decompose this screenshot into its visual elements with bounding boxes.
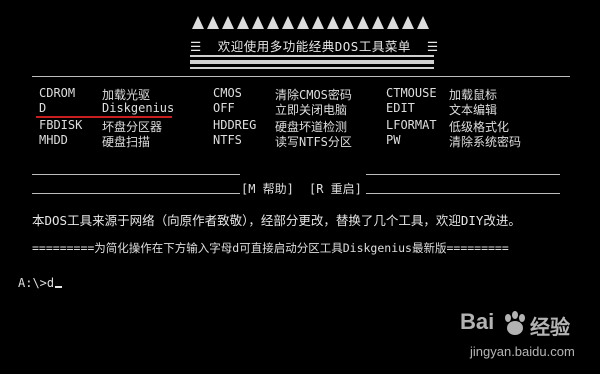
menu-item-ctmouse[interactable]: CTMOUSE [386, 86, 437, 100]
menu-item-edit[interactable]: EDIT [386, 101, 415, 115]
title-triangle [372, 16, 384, 29]
watermark-brand-2: 经验 [530, 317, 570, 339]
help-option[interactable]: [M 帮助] [241, 180, 294, 197]
menu-key: CTMOUSE [386, 86, 437, 100]
text-cursor [55, 286, 63, 288]
title-triangle [282, 16, 294, 29]
title-triangle [192, 16, 204, 29]
title-triangle [417, 16, 429, 29]
top-separator [32, 76, 570, 77]
menu-label-pw: 清除系统密码 [449, 135, 522, 149]
menu-item-fbdisk[interactable]: FBDISK [39, 118, 82, 132]
source-notice: 本DOS工具来源于网络（向原作者致敬），经部分更改，替换了几个工具，欢迎DIY改… [32, 213, 521, 228]
menu-key: NTFS [213, 133, 242, 147]
menu-key: HDDREG [213, 118, 257, 132]
title-triangle [207, 16, 219, 29]
title-triangle [222, 16, 234, 29]
menu-label-mhdd: 硬盘扫描 [102, 135, 151, 149]
menu-key: OFF [213, 101, 235, 115]
menu-key: PW [386, 133, 401, 147]
menu-key: LFORMAT [386, 118, 437, 132]
menu-key: D [39, 101, 47, 115]
command-prompt[interactable]: A:\>d [18, 276, 63, 290]
title-triangle [402, 16, 414, 29]
menu-item-cmos[interactable]: CMOS [213, 86, 242, 100]
restart-option[interactable]: [R 重启] [309, 180, 362, 197]
menu-item-ntfs[interactable]: NTFS [213, 133, 242, 147]
menu-label-diskgenius: Diskgenius [102, 101, 175, 115]
menu-item-off[interactable]: OFF [213, 101, 235, 115]
dos-menu-screen: ☰ 欢迎使用多功能经典DOS工具菜单 ☰ CDROM 加载光驱 D Diskge… [0, 0, 600, 374]
title-triangle [267, 16, 279, 29]
menu-key: CMOS [213, 86, 242, 100]
title-double-line [190, 55, 434, 62]
footer-line-upper-right [366, 174, 560, 175]
title-triangle [237, 16, 249, 29]
menu-item-hddreg[interactable]: HDDREG [213, 118, 256, 132]
menu-item-cdrom[interactable]: CDROM [39, 86, 75, 100]
footer-line-lower-right [366, 193, 560, 194]
baidu-paw-icon [505, 311, 525, 335]
title-triangle [252, 16, 264, 29]
menu-item-pw[interactable]: PW [386, 133, 400, 147]
menu-key: MHDD [39, 133, 68, 147]
title-triangle [297, 16, 309, 29]
title-triangle [327, 16, 339, 29]
menu-item-mhdd[interactable]: MHDD [39, 133, 68, 147]
menu-label-ntfs: 读写NTFS分区 [275, 135, 352, 149]
menu-key: FBDISK [39, 118, 83, 132]
menu-label-edit: 文本编辑 [449, 103, 498, 117]
title-triangle [357, 16, 369, 29]
menu-key: CDROM [39, 86, 76, 100]
title-triangle [312, 16, 324, 29]
instruction-line: =========为简化操作在下方输入字母d可直接启动分区工具Diskgeniu… [32, 241, 509, 255]
title-double-line-2 [190, 62, 434, 69]
footer-line-lower [32, 193, 240, 194]
prompt-text: A:\>d [18, 276, 55, 290]
menu-item-d[interactable]: D [39, 101, 46, 115]
footer-line-upper [32, 174, 240, 175]
menu-item-lformat[interactable]: LFORMAT [386, 118, 437, 132]
title-triangle-border [192, 16, 429, 29]
menu-key: EDIT [386, 101, 415, 115]
title-triangle [387, 16, 399, 29]
menu-label-off: 立即关闭电脑 [275, 103, 348, 117]
watermark-url: jingyan.baidu.com [470, 344, 575, 359]
title-triangle [342, 16, 354, 29]
menu-title: ☰ 欢迎使用多功能经典DOS工具菜单 ☰ [190, 39, 439, 54]
watermark-brand: Bai [460, 309, 495, 334]
